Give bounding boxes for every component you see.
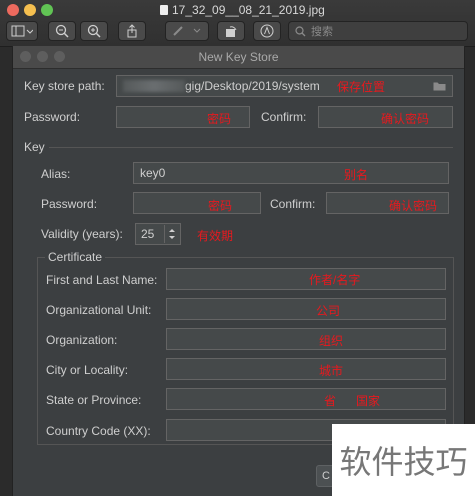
alias-value: key0 [140, 166, 166, 180]
document-icon [160, 5, 168, 15]
filename: 17_32_09__08_21_2019.jpg [172, 3, 325, 17]
state-annotation-b: 国家 [356, 394, 381, 408]
key-confirm-annotation: 确认密码 [389, 199, 438, 213]
sidebar-icon [11, 25, 33, 37]
alias-annotation: 别名 [344, 168, 369, 182]
folder-icon[interactable] [433, 81, 446, 91]
key-store-path-field[interactable]: gig/Desktop/2019/system [116, 75, 453, 97]
rotate-button[interactable] [217, 21, 245, 41]
minimize-window-icon[interactable] [24, 4, 36, 16]
first-last-name-field[interactable] [166, 268, 446, 290]
validity-annotation: 有效期 [197, 229, 234, 243]
blurred-path-prefix [123, 80, 185, 92]
first-last-name-annotation: 作者/名字 [309, 273, 361, 287]
city-annotation: 城市 [319, 364, 344, 378]
search-icon [295, 25, 306, 36]
search-placeholder: 搜索 [311, 26, 333, 38]
key-password-annotation: 密码 [208, 199, 233, 213]
window-title: 17_32_09__08_21_2019.jpg [160, 3, 325, 17]
zoom-in-icon [87, 24, 101, 38]
rotate-icon [226, 26, 237, 37]
confirm-annotation: 确认密码 [381, 112, 430, 126]
stepper-arrows-icon [169, 229, 175, 239]
key-store-path-value: gig/Desktop/2019/system [185, 79, 320, 93]
alias-label: Alias: [41, 167, 71, 181]
state-label: State or Province: [46, 393, 142, 407]
first-last-name-label: First and Last Name: [46, 273, 158, 287]
sidebar-toggle-button[interactable] [6, 21, 38, 41]
key-store-path-annotation: 保存位置 [337, 80, 386, 94]
organization-annotation: 组织 [319, 334, 344, 348]
key-password-label: Password: [41, 197, 98, 211]
key-confirm-label: Confirm: [270, 197, 316, 211]
validity-stepper[interactable] [164, 225, 179, 243]
key-section-title: Key [24, 140, 45, 154]
key-store-path-label: Key store path: [24, 79, 105, 93]
zoom-window-icon[interactable] [41, 4, 53, 16]
org-unit-field[interactable] [166, 298, 446, 320]
password-label: Password: [24, 110, 81, 124]
share-icon [127, 24, 137, 38]
key-section-divider [49, 147, 453, 148]
city-field[interactable] [166, 358, 446, 380]
state-field[interactable] [166, 388, 446, 410]
watermark-logo: 软件技巧 [332, 424, 475, 496]
zoom-in-button[interactable] [80, 21, 108, 41]
validity-spinner[interactable]: 25 [135, 223, 181, 245]
password-annotation: 密码 [207, 112, 232, 126]
share-button[interactable] [118, 21, 146, 41]
zoom-out-button[interactable] [48, 21, 76, 41]
markup-icon [260, 24, 274, 38]
search-field[interactable]: 搜索 [288, 21, 468, 41]
alias-field[interactable]: key0 [133, 162, 449, 184]
organization-field[interactable] [166, 328, 446, 350]
dialog-title: New Key Store [198, 50, 279, 64]
markup-toolbar-button[interactable] [253, 21, 281, 41]
state-annotation-a: 省 [324, 394, 337, 408]
key-password-field[interactable] [133, 192, 261, 214]
markup-pen-button[interactable] [165, 21, 209, 41]
certificate-title: Certificate [45, 250, 106, 264]
organization-label: Organization: [46, 333, 118, 347]
pen-icon [173, 26, 201, 36]
org-unit-label: Organizational Unit: [46, 303, 152, 317]
validity-value: 25 [141, 227, 155, 241]
country-code-label: Country Code (XX): [46, 424, 151, 438]
close-window-icon[interactable] [7, 4, 19, 16]
validity-label: Validity (years): [41, 227, 123, 241]
dialog-titlebar: New Key Store [13, 46, 464, 69]
zoom-out-icon [55, 24, 69, 38]
org-unit-annotation: 公司 [316, 304, 341, 318]
preview-toolbar: 17_32_09__08_21_2019.jpg 搜索 [0, 0, 475, 47]
city-label: City or Locality: [46, 363, 129, 377]
confirm-label: Confirm: [261, 110, 307, 124]
